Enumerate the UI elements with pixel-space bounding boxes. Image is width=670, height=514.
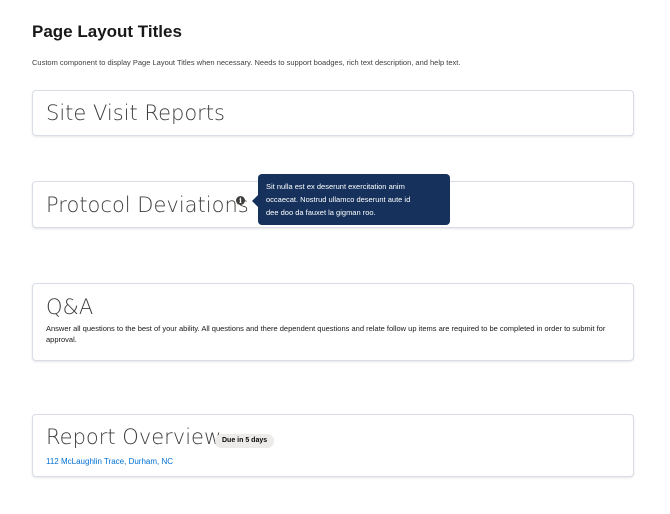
report-overview-card: Report Overview Due in 5 days 112 McLaug… (32, 414, 634, 477)
address-link[interactable]: 112 McLaughlin Trace, Durham, NC (46, 457, 173, 466)
page-description: Custom component to display Page Layout … (32, 58, 461, 67)
card-title: Site Visit Reports (46, 101, 225, 125)
due-badge: Due in 5 days (215, 434, 275, 448)
card-title: Protocol Deviations (46, 193, 249, 217)
tooltip-line: Sit nulla est ex deserunt exercitation a… (266, 182, 405, 191)
site-visit-reports-card: Site Visit Reports (32, 90, 634, 136)
page-title: Page Layout Titles (32, 22, 182, 41)
card-title: Q&A (46, 295, 94, 319)
qa-card: Q&A Answer all questions to the best of … (32, 283, 634, 361)
help-tooltip: Sit nulla est ex deserunt exercitation a… (252, 174, 450, 225)
card-description: Answer all questions to the best of your… (46, 324, 606, 344)
tooltip-line: dee doo da fauxet la gigman roo. (266, 208, 376, 217)
info-icon[interactable]: i (236, 196, 245, 205)
tooltip-arrow (252, 195, 258, 207)
protocol-deviations-card: Protocol Deviations i Sit nulla est ex d… (32, 174, 634, 228)
tooltip-line: occaecat. Nostrud ullamco deserunt aute … (266, 195, 411, 204)
card-title: Report Overview (46, 425, 222, 449)
